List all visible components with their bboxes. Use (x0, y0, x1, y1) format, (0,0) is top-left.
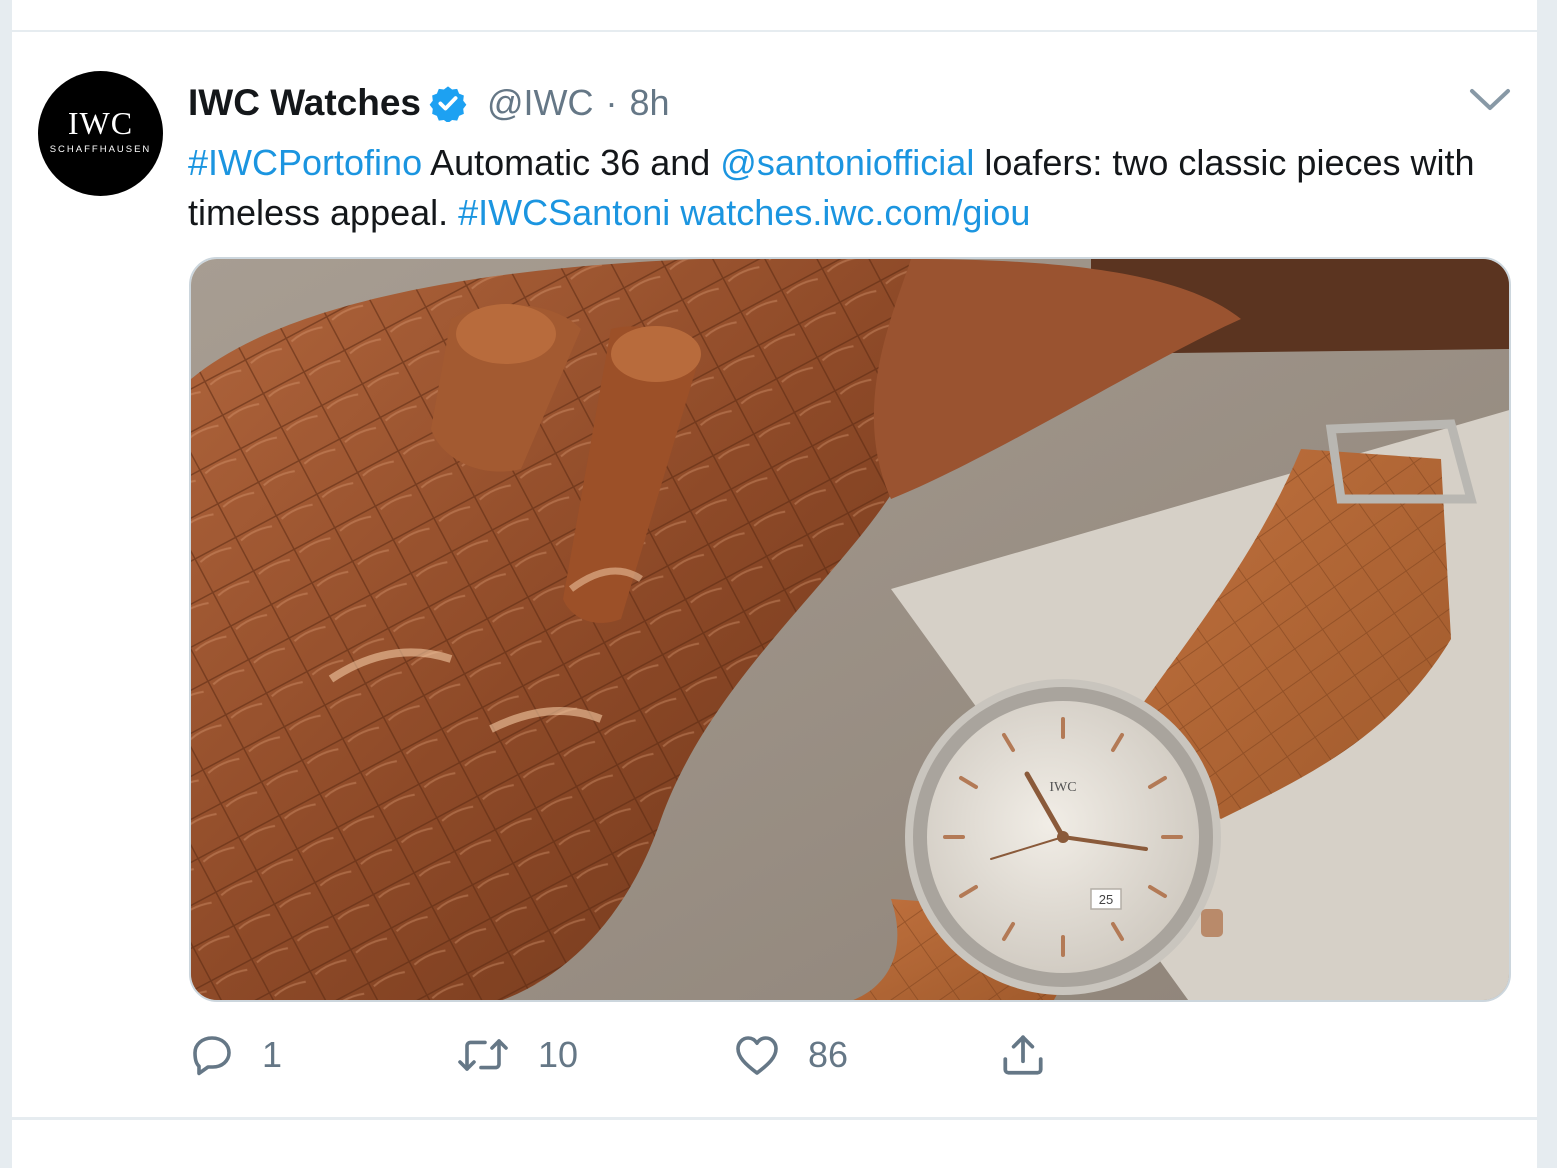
share-icon (1003, 1035, 1043, 1075)
reply-icon (193, 1036, 231, 1076)
header-separator: · (605, 82, 618, 123)
reply-count: 1 (262, 1034, 283, 1075)
retweet-button[interactable]: 10 (454, 1025, 578, 1085)
watch-brand-label: IWC (1049, 780, 1076, 795)
display-name[interactable]: IWC Watches (188, 82, 421, 124)
retweet-icon (458, 1039, 508, 1071)
hashtag-link[interactable]: #IWCSantoni (458, 192, 670, 233)
tweet-text-space (670, 192, 680, 233)
avatar-logo-text: IWC (67, 105, 134, 141)
chevron-down-icon[interactable] (1466, 82, 1514, 116)
verified-badge-icon (429, 86, 467, 122)
like-count: 86 (808, 1034, 849, 1075)
like-button[interactable]: 86 (732, 1025, 848, 1085)
tweet-text: #IWCPortofino Automatic 36 and @santonio… (188, 138, 1488, 238)
tweet-timestamp[interactable]: 8h (630, 82, 670, 124)
avatar[interactable]: IWC SCHAFFHAUSEN (38, 71, 163, 196)
media-photo: 25 IWC (191, 259, 1509, 1000)
tweet-bottom-divider (12, 1117, 1537, 1120)
heart-icon (736, 1036, 778, 1075)
share-button[interactable] (998, 1025, 1048, 1085)
tweet-top-divider (12, 30, 1537, 32)
avatar-logo-subtext: SCHAFFHAUSEN (49, 144, 152, 155)
url-link[interactable]: watches.iwc.com/giou (680, 192, 1030, 233)
user-handle[interactable]: @IWC (487, 82, 594, 124)
tweet-header: IWC Watches @IWC · 8h (188, 78, 670, 128)
retweet-count: 10 (538, 1034, 579, 1075)
hashtag-link[interactable]: #IWCPortofino (188, 142, 422, 183)
mention-link[interactable]: @santoniofficial (720, 142, 974, 183)
tweet-media[interactable]: 25 IWC (189, 257, 1511, 1002)
reply-button[interactable]: 1 (188, 1025, 282, 1085)
watch-date-label: 25 (1099, 892, 1113, 907)
tweet-actions: 1 10 86 (188, 1025, 1188, 1085)
tweet-text-segment: Automatic 36 and (422, 142, 721, 183)
